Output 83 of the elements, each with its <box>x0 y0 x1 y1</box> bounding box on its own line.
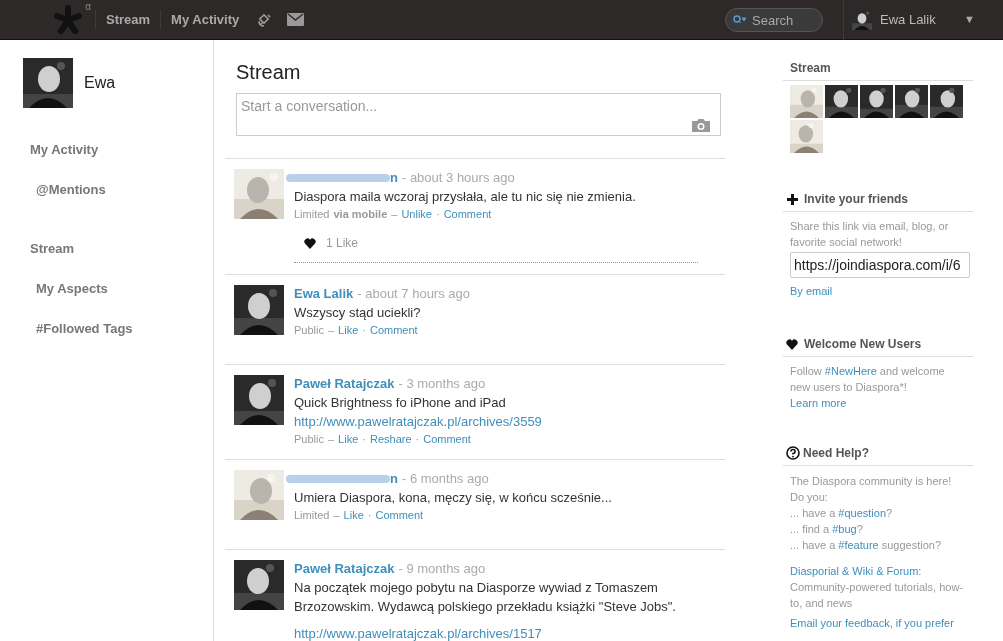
help-line: Do you: <box>789 490 829 505</box>
composer-field[interactable]: Start a conversation... <box>236 93 721 136</box>
post-action-link[interactable]: Like <box>343 507 364 524</box>
meta-text: Public <box>294 432 324 447</box>
meta-text: – <box>327 432 335 447</box>
post-time: - 9 months ago <box>398 560 486 578</box>
mail-icon[interactable] <box>287 13 305 26</box>
tag-link[interactable]: #NewHere <box>824 365 877 377</box>
post-action-link[interactable]: Comment <box>423 431 471 448</box>
invite-link-field[interactable]: https://joindiaspora.com/i/6 <box>790 252 970 278</box>
tag-link[interactable]: #bug <box>832 523 857 535</box>
profile-name[interactable]: Ewa <box>84 71 116 95</box>
author-link[interactable]: Paweł Ratajczak <box>294 375 395 393</box>
post-action-link[interactable]: Comment <box>443 206 492 223</box>
community-links[interactable]: Diasporial & Wiki & Forum: <box>783 563 973 579</box>
author-link[interactable]: Paweł Ratajczak <box>294 560 395 578</box>
post-text: Umiera Diaspora, kona, męczy się, w końcu scześnie... <box>294 489 613 507</box>
nav-link[interactable]: Stream <box>95 9 161 30</box>
author-link[interactable]: n <box>390 470 398 488</box>
learn-more-link[interactable]: Learn more <box>783 395 973 411</box>
sidebar-item[interactable]: My Activity <box>30 140 99 160</box>
search-field[interactable]: Search <box>725 8 823 32</box>
meta-text: – <box>391 207 398 222</box>
meta-text: – <box>327 323 335 338</box>
meta-text: · <box>435 207 440 222</box>
sidebar-item[interactable]: My Aspects <box>36 279 108 299</box>
camera-icon[interactable] <box>692 118 710 132</box>
post-time: - 6 months ago <box>401 470 489 488</box>
meta-text: · <box>367 508 372 523</box>
email-invite-link[interactable]: By email <box>783 283 973 299</box>
meta-text: Limited <box>294 508 330 523</box>
section-title: Need Help? <box>803 445 869 461</box>
search-icon <box>733 14 747 25</box>
meta-text: – <box>333 508 340 523</box>
heart-icon <box>304 237 316 249</box>
tag-link[interactable]: #feature <box>838 539 879 551</box>
user-name[interactable]: Ewa Lalik <box>880 9 936 30</box>
feedback-link[interactable]: Email your feedback, if you prefer <box>783 615 973 631</box>
page-title: Stream <box>235 60 302 85</box>
post-text: Na początek mojego pobytu na Diasporze wywiad z Tomaszem Brzozowskim. Wydawcą polskiego przekładu książki "Steve Jobs". <box>294 579 677 616</box>
post-action-link[interactable]: Comment <box>375 507 424 524</box>
help-line: ... have a #question? <box>789 506 894 521</box>
alpha-mark: α <box>85 0 91 14</box>
author-link[interactable]: n <box>390 169 398 187</box>
author-link[interactable]: Ewa Lalik <box>294 285 354 303</box>
post-text: Diaspora maila wczoraj przysłała, ale tu nic się nie zmienia. <box>294 188 637 206</box>
help-line: ... find a #bug? <box>789 522 864 537</box>
invite-description: Share this link via email, blog, or favorite social network! <box>789 219 950 250</box>
help-intro: The Diaspora community is here! <box>789 474 953 489</box>
post-action-link[interactable]: Like <box>338 431 359 448</box>
section-title: Invite your friends <box>804 191 909 207</box>
section-title: Stream <box>783 60 973 81</box>
post-text: Wszyscy stąd uciekli? <box>294 304 422 322</box>
meta-text: · <box>415 432 420 447</box>
plus-icon <box>787 193 798 205</box>
welcome-text: Follow #NewHere and welcome new users to Diaspora*! <box>789 364 946 395</box>
post-source: via mobile <box>333 207 388 222</box>
meta-text: Limited <box>294 207 330 222</box>
post-action-link[interactable]: Unlike <box>401 206 432 223</box>
sidebar-item[interactable]: Stream <box>30 239 75 259</box>
menu-caret-icon[interactable]: ▼ <box>964 11 975 28</box>
sidebar-item[interactable]: @Mentions <box>36 180 106 200</box>
post-action-link[interactable]: Like <box>338 322 359 339</box>
post-time: - about 3 hours ago <box>401 169 515 187</box>
help-line: ... have a #feature suggestion? <box>789 538 943 553</box>
post-text: Quick Brightness fo iPhone and iPad <box>294 394 507 412</box>
tag-link[interactable]: #question <box>838 507 887 519</box>
community-description: Community-powered tutorials, how-to, and news <box>789 580 964 611</box>
like-count[interactable]: 1 Like <box>326 234 359 252</box>
post-time: - about 7 hours ago <box>357 285 470 303</box>
post-time: - 3 months ago <box>398 375 486 393</box>
heart-icon <box>786 338 798 350</box>
meta-text: · <box>362 323 366 338</box>
post-action-link[interactable]: Comment <box>369 322 418 339</box>
section-title: Welcome New Users <box>804 336 922 352</box>
meta-text: · <box>362 432 366 447</box>
post-link[interactable]: http://www.pawelratajczak.pl/archives/1517 <box>294 616 701 641</box>
sidebar-item[interactable]: #Followed Tags <box>36 319 133 339</box>
post-action-link[interactable]: Reshare <box>369 431 412 448</box>
help-icon <box>786 446 800 460</box>
meta-text: Public <box>294 323 324 338</box>
nav-link[interactable]: My Activity <box>160 9 250 30</box>
post-link[interactable]: http://www.pawelratajczak.pl/archives/3559 <box>294 412 701 431</box>
